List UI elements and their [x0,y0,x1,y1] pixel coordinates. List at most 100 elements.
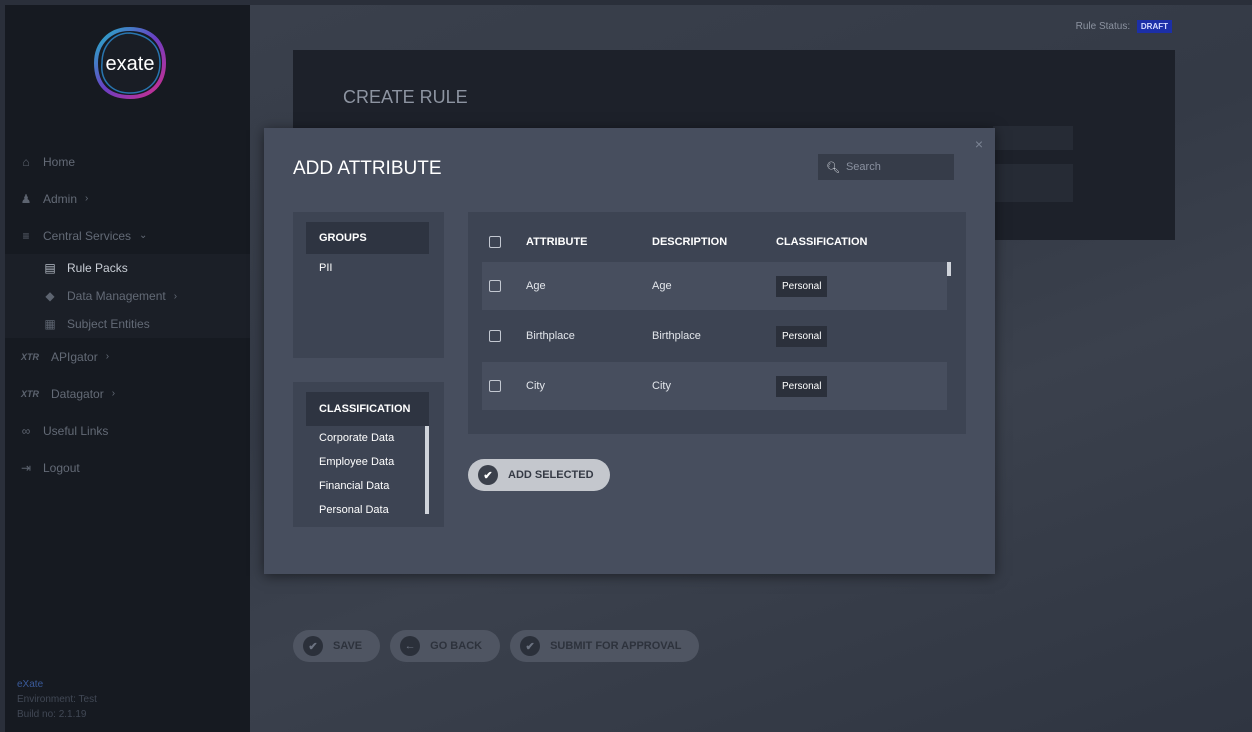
classification-item[interactable]: Personal Data [319,504,389,516]
sidebar-item-data-management[interactable]: ◆ Data Management › [5,282,250,310]
cell-description: Birthplace [652,330,701,342]
rule-status-label: Rule Status: [1075,21,1131,32]
list-icon: ▤ [44,261,56,275]
classification-item[interactable]: Corporate Data [319,432,394,444]
add-attribute-modal: × ADD ATTRIBUTE 🔍︎ Search GROUPS PII CLA… [264,128,995,574]
scrollbar[interactable] [947,262,951,276]
home-icon: ⌂ [22,154,30,169]
sidebar-item-datagator[interactable]: XTR Datagator › [5,375,250,412]
table-row[interactable]: City City Personal [482,362,947,410]
stack-icon: ≡ [22,228,30,243]
sidebar-item-useful-links[interactable]: ∞ Useful Links [5,412,250,449]
table-row[interactable]: Birthplace Birthplace Personal [482,312,947,360]
chevron-right-icon: › [105,351,110,362]
action-bar: ✔ SAVE ← GO BACK ✔ SUBMIT FOR APPROVAL [293,630,700,662]
footer-brand: eXate [17,679,44,690]
classification-tag: Personal [776,325,828,347]
arrow-left-icon: ← [400,636,421,656]
rule-field[interactable] [993,126,1073,150]
classification-item[interactable]: Financial Data [319,480,389,492]
group-item-pii[interactable]: PII [319,262,332,274]
go-back-label: GO BACK [430,640,483,652]
classification-panel: CLASSIFICATION Corporate Data Employee D… [293,382,444,527]
sidebar-item-label: Useful Links [43,423,109,438]
submit-for-approval-button[interactable]: ✔ SUBMIT FOR APPROVAL [510,630,700,662]
sidebar-item-label: Logout [43,460,80,475]
check-icon: ✔ [520,636,541,656]
document-icon: ▦ [44,317,56,331]
sidebar-item-rule-packs[interactable]: ▤ Rule Packs [5,254,250,282]
table-header: ATTRIBUTE DESCRIPTION CLASSIFICATION [482,227,947,257]
footer-build: Build no: 2.1.19 [17,709,87,720]
cell-attribute: Age [526,280,546,292]
cell-attribute: Birthplace [526,330,575,342]
logout-icon: ⇥ [20,460,32,475]
classification-item[interactable]: Employee Data [319,456,394,468]
sidebar-item-label: APIgator [51,349,98,364]
sidebar-item-label: Rule Packs [67,261,128,275]
groups-header: GROUPS [306,222,429,254]
select-all-checkbox[interactable] [489,236,501,248]
cell-description: City [652,380,671,392]
sidebar-item-subject-entities[interactable]: ▦ Subject Entities [5,310,250,338]
go-back-button[interactable]: ← GO BACK [390,630,501,662]
add-selected-label: ADD SELECTED [508,469,594,481]
sidebar-item-apigator[interactable]: XTR APIgator › [5,338,250,375]
cell-attribute: City [526,380,545,392]
classification-tag: Personal [776,275,828,297]
sidebar-footer: eXate Environment: Test Build no: 2.1.19 [17,677,97,722]
save-label: SAVE [333,640,363,652]
sidebar-item-label: Central Services [43,228,132,243]
rule-field[interactable] [993,164,1073,202]
add-selected-button[interactable]: ✔ ADD SELECTED [468,459,610,491]
sidebar-item-home[interactable]: ⌂ Home [5,143,250,180]
link-icon: ∞ [21,423,31,438]
row-checkbox[interactable] [489,330,501,342]
sidebar-item-central-services[interactable]: ≡ Central Services ⌄ [5,217,250,254]
chevron-right-icon: › [111,388,116,399]
classification-header: CLASSIFICATION [306,392,429,426]
scrollbar[interactable] [425,426,429,514]
xtr-icon: XTR [21,351,39,362]
submit-label: SUBMIT FOR APPROVAL [550,640,682,652]
row-checkbox[interactable] [489,380,501,392]
rule-status: Rule Status: DRAFT [1076,20,1172,33]
modal-title: ADD ATTRIBUTE [293,158,442,179]
exate-logo[interactable]: exate [90,23,170,103]
column-attribute: ATTRIBUTE [526,236,588,248]
central-services-submenu: ▤ Rule Packs ◆ Data Management › ▦ Subje… [5,254,250,338]
sidebar-nav: ⌂ Home ♟ Admin › ≡ Central Services ⌄ ▤ … [5,143,250,486]
sidebar: exate ⌂ Home ♟ Admin › ≡ Central Service… [5,5,250,732]
column-description: DESCRIPTION [652,236,728,248]
row-checkbox[interactable] [489,280,501,292]
close-icon[interactable]: × [975,136,983,152]
classification-tag: Personal [776,375,828,397]
chevron-right-icon: › [85,193,89,204]
cell-description: Age [652,280,672,292]
attributes-table: ATTRIBUTE DESCRIPTION CLASSIFICATION Age… [468,212,966,434]
logo-text: exate [106,53,155,75]
sidebar-item-label: Home [43,154,76,169]
groups-panel: GROUPS PII [293,212,444,358]
search-input[interactable]: 🔍︎ Search [818,154,954,180]
xtr-icon: XTR [21,388,39,399]
shield-icon: ◆ [45,289,55,303]
chevron-down-icon: ⌄ [139,230,148,241]
sidebar-item-admin[interactable]: ♟ Admin › [5,180,250,217]
footer-environment: Environment: Test [17,694,97,705]
sidebar-item-label: Subject Entities [67,317,150,331]
search-placeholder: Search [845,161,881,173]
sidebar-item-logout[interactable]: ⇥ Logout [5,449,250,486]
sidebar-item-label: Admin [43,191,78,206]
column-classification: CLASSIFICATION [776,236,868,248]
chevron-right-icon: › [173,290,178,302]
table-row[interactable]: Age Age Personal [482,262,947,310]
save-button[interactable]: ✔ SAVE [293,630,381,662]
sidebar-item-label: Data Management [67,289,166,303]
page-title: CREATE RULE [343,87,468,107]
status-badge: DRAFT [1136,20,1172,33]
sidebar-item-label: Datagator [51,386,104,401]
check-icon: ✔ [303,636,323,656]
check-icon: ✔ [478,465,498,485]
admin-icon: ♟ [20,191,32,206]
